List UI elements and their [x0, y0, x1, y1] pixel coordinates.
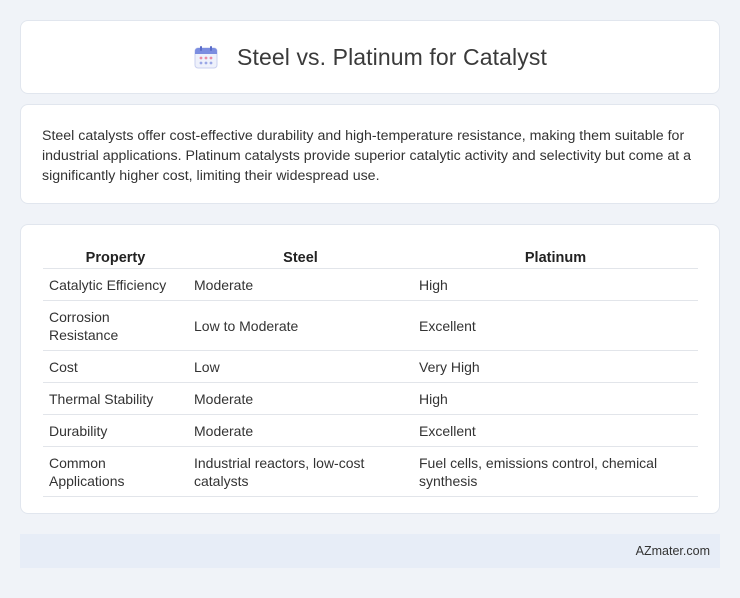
- calendar-icon: [194, 46, 218, 69]
- table-row: Catalytic Efficiency Moderate High: [43, 268, 698, 301]
- column-header-steel: Steel: [188, 247, 413, 269]
- header: Steel vs. Platinum for Catalyst: [193, 44, 547, 71]
- table-row: Thermal Stability Moderate High: [43, 382, 698, 415]
- comparison-table-card: Property Steel Platinum Catalytic Effici…: [20, 224, 720, 514]
- table-cell-property: Thermal Stability: [43, 382, 188, 415]
- comparison-table: Property Steel Platinum Catalytic Effici…: [43, 247, 698, 497]
- table-cell-steel: Low to Moderate: [188, 300, 413, 351]
- table-cell-platinum: Very High: [413, 350, 698, 383]
- table-cell-platinum: Excellent: [413, 414, 698, 447]
- table-cell-property: Common Applications: [43, 446, 188, 497]
- summary-card: Steel catalysts offer cost-effective dur…: [20, 104, 720, 204]
- table-row: Corrosion Resistance Low to Moderate Exc…: [43, 300, 698, 351]
- summary-text: Steel catalysts offer cost-effective dur…: [42, 128, 691, 184]
- table-cell-steel: Low: [188, 350, 413, 383]
- table-cell-property: Cost: [43, 350, 188, 383]
- table-cell-platinum: High: [413, 268, 698, 301]
- table-cell-property: Durability: [43, 414, 188, 447]
- table-cell-steel: Industrial reactors, low-cost catalysts: [188, 446, 413, 497]
- footer: AZmater.com: [20, 534, 720, 568]
- column-header-platinum: Platinum: [413, 247, 698, 269]
- table-cell-platinum: Excellent: [413, 300, 698, 351]
- page-title: Steel vs. Platinum for Catalyst: [237, 43, 547, 70]
- table-cell-platinum: Fuel cells, emissions control, chemical …: [413, 446, 698, 497]
- column-header-property: Property: [43, 247, 188, 269]
- table-cell-property: Catalytic Efficiency: [43, 268, 188, 301]
- table-cell-platinum: High: [413, 382, 698, 415]
- table-cell-property: Corrosion Resistance: [43, 300, 188, 351]
- table-header-row: Property Steel Platinum: [43, 247, 698, 269]
- table-cell-steel: Moderate: [188, 268, 413, 301]
- table-row: Cost Low Very High: [43, 350, 698, 383]
- table-row: Durability Moderate Excellent: [43, 414, 698, 447]
- table-cell-steel: Moderate: [188, 414, 413, 447]
- header-card: Steel vs. Platinum for Catalyst: [20, 20, 720, 94]
- table-cell-steel: Moderate: [188, 382, 413, 415]
- table-row: Common Applications Industrial reactors,…: [43, 446, 698, 497]
- footer-brand: AZmater.com: [635, 544, 710, 558]
